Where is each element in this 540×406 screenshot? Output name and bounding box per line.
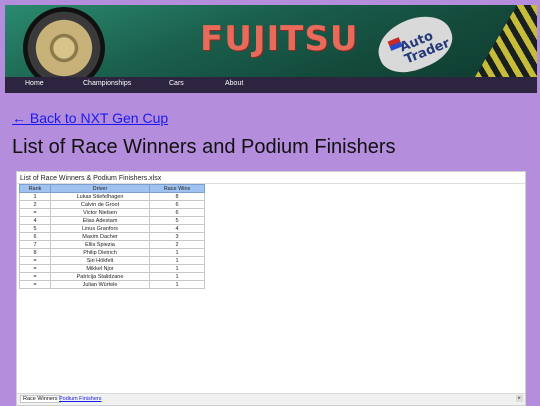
- sheet-file-name: List of Race Winners & Podium Finishers.…: [20, 175, 162, 182]
- cell-driver[interactable]: Linus Granfors: [50, 224, 150, 233]
- nav-item-home[interactable]: Home: [25, 80, 44, 87]
- table-row: 7 Ellis Spiezia 2: [19, 240, 205, 249]
- winners-table: Rank Driver Race Wins 1 Lukas Stiefelhage…: [19, 184, 205, 289]
- table-row: = Mikkel Njor 1: [19, 264, 205, 273]
- cell-driver[interactable]: Calvin de Groot: [50, 200, 150, 209]
- tab-race-winners[interactable]: Race Winners: [20, 395, 61, 403]
- cell-driver[interactable]: Siri Hökfelt: [50, 256, 150, 265]
- table-row: 1 Lukas Stiefelhagen 8: [19, 192, 205, 201]
- scroll-right-icon[interactable]: ▸: [516, 395, 523, 402]
- cell-race-wins[interactable]: 8: [149, 192, 205, 201]
- table-row: 4 Elias Adestam 5: [19, 216, 205, 225]
- cell-race-wins[interactable]: 1: [149, 248, 205, 257]
- cell-driver[interactable]: Julian Würtele: [50, 280, 150, 289]
- table-row: = Victor Nielsen 6: [19, 208, 205, 217]
- table-header-row: Rank Driver Race Wins: [19, 184, 205, 193]
- cell-rank[interactable]: =: [19, 280, 51, 289]
- cell-race-wins[interactable]: 1: [149, 272, 205, 281]
- cell-race-wins[interactable]: 6: [149, 208, 205, 217]
- cell-rank[interactable]: 5: [19, 224, 51, 233]
- nav-item-championships[interactable]: Championships: [83, 80, 131, 87]
- cell-race-wins[interactable]: 1: [149, 264, 205, 273]
- cell-driver[interactable]: Philip Dietrich: [50, 248, 150, 257]
- navbar: Home Championships Cars About: [5, 77, 537, 93]
- cell-rank[interactable]: 7: [19, 240, 51, 249]
- cell-race-wins[interactable]: 3: [149, 232, 205, 241]
- cell-rank[interactable]: =: [19, 256, 51, 265]
- back-link[interactable]: ← Back to NXT Gen Cup: [12, 110, 168, 126]
- cell-driver[interactable]: Mikkel Njor: [50, 264, 150, 273]
- column-header-race-wins[interactable]: Race Wins: [149, 184, 205, 193]
- cell-race-wins[interactable]: 1: [149, 256, 205, 265]
- column-header-driver[interactable]: Driver: [50, 184, 150, 193]
- nav-item-cars[interactable]: Cars: [169, 80, 184, 87]
- header-banner: FUJITSU Auto Trader: [5, 5, 537, 78]
- cell-rank[interactable]: 8: [19, 248, 51, 257]
- table-row: = Patricija Stalidzane 1: [19, 272, 205, 281]
- cell-driver[interactable]: Lukas Stiefelhagen: [50, 192, 150, 201]
- cell-rank[interactable]: =: [19, 272, 51, 281]
- cell-driver[interactable]: Victor Nielsen: [50, 208, 150, 217]
- page-title: List of Race Winners and Podium Finisher…: [12, 136, 396, 158]
- table-row: 2 Calvin de Groot 6: [19, 200, 205, 209]
- cell-rank[interactable]: =: [19, 264, 51, 273]
- cell-rank[interactable]: 6: [19, 232, 51, 241]
- cell-race-wins[interactable]: 2: [149, 240, 205, 249]
- cell-rank[interactable]: 2: [19, 200, 51, 209]
- cell-race-wins[interactable]: 4: [149, 224, 205, 233]
- spreadsheet-viewer: List of Race Winners & Podium Finishers.…: [16, 171, 526, 406]
- table-row: = Julian Würtele 1: [19, 280, 205, 289]
- cell-rank[interactable]: 4: [19, 216, 51, 225]
- column-header-rank[interactable]: Rank: [19, 184, 51, 193]
- cell-race-wins[interactable]: 5: [149, 216, 205, 225]
- cell-driver[interactable]: Maxim Dacher: [50, 232, 150, 241]
- cell-driver[interactable]: Patricija Stalidzane: [50, 272, 150, 281]
- nav-item-about[interactable]: About: [225, 80, 243, 87]
- cell-driver[interactable]: Elias Adestam: [50, 216, 150, 225]
- cell-rank[interactable]: 1: [19, 192, 51, 201]
- cell-race-wins[interactable]: 1: [149, 280, 205, 289]
- table-row: 5 Linus Granfors 4: [19, 224, 205, 233]
- table-row: = Siri Hökfelt 1: [19, 256, 205, 265]
- cell-driver[interactable]: Ellis Spiezia: [50, 240, 150, 249]
- cell-race-wins[interactable]: 6: [149, 200, 205, 209]
- table-row: 6 Maxim Dacher 3: [19, 232, 205, 241]
- brand-logo-text: FUJITSU: [200, 19, 359, 59]
- tab-podium-finishers[interactable]: Podium Finishers: [59, 396, 102, 402]
- sheet-tabs: Race Winners Podium Finishers ▸: [17, 393, 525, 405]
- table-row: 8 Philip Dietrich 1: [19, 248, 205, 257]
- cell-rank[interactable]: =: [19, 208, 51, 217]
